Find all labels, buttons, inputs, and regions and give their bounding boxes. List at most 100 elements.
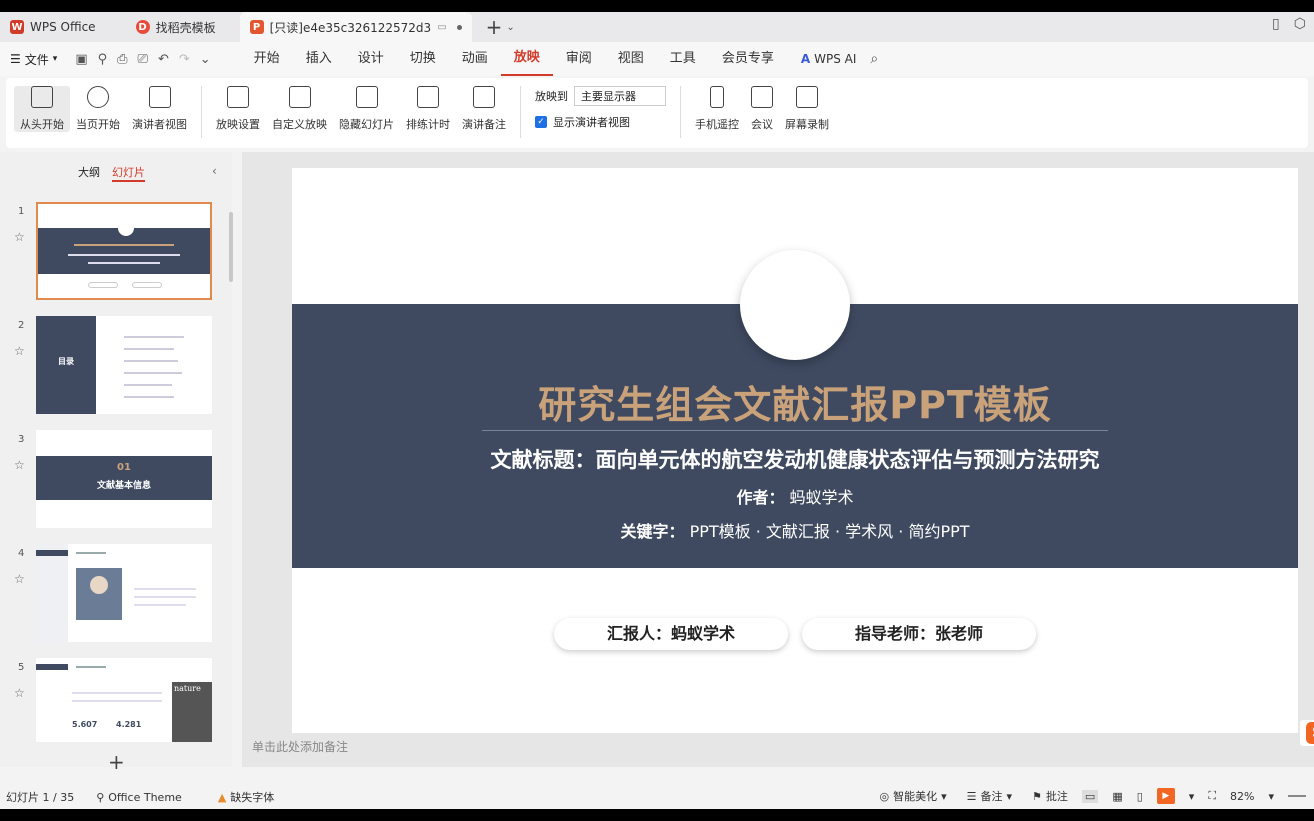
collapse-icon[interactable]: ‹ — [212, 164, 217, 178]
fit-screen-icon[interactable]: ⛶ — [1208, 789, 1216, 803]
tab-document[interactable]: P [只读]e4e35c326122572d3 ▭ — [239, 12, 472, 42]
rehearse-button[interactable]: 排练计时 — [400, 86, 456, 132]
key-icon[interactable]: ⚲ — [98, 52, 108, 67]
slide-author[interactable]: 作者： 蚂蚁学术 — [292, 484, 1298, 508]
new-tab-icon[interactable]: + — [486, 15, 503, 39]
menu-tools[interactable]: 工具 — [657, 42, 709, 76]
beautify-button[interactable]: ◎ 智能美化 ▾ — [879, 788, 946, 804]
speaker-notes-button[interactable]: 演讲备注 — [456, 86, 512, 132]
phone-remote-button[interactable]: 手机遥控 — [689, 86, 745, 132]
reporter-pill[interactable]: 汇报人：蚂蚁学术 — [554, 618, 788, 650]
screen-record-button[interactable]: 屏幕录制 — [779, 86, 835, 132]
timer-icon — [417, 86, 439, 108]
menu-member[interactable]: 会员专享 — [709, 42, 787, 76]
tab-outline[interactable]: 大纲 — [78, 164, 100, 182]
ppt-logo-icon: P — [249, 20, 264, 34]
menu-slideshow[interactable]: 放映 — [500, 42, 553, 76]
slide-thumbnail[interactable]: 5.607 4.281 nature — [36, 658, 212, 742]
hamburger-icon: ☰ — [10, 52, 21, 66]
zoom-slider[interactable] — [1288, 795, 1306, 797]
slide-subtitle[interactable]: 文献标题：面向单元体的航空发动机健康状态评估与预测方法研究 — [292, 444, 1298, 474]
hide-slide-icon — [355, 86, 378, 108]
menu-design[interactable]: 设计 — [345, 42, 397, 76]
slide-thumb-row[interactable]: 5 ☆ 5.607 4.281 nature — [0, 658, 232, 762]
hide-slide-button[interactable]: 隐藏幻灯片 — [333, 86, 400, 132]
cube-icon[interactable]: ⬡ — [1294, 16, 1306, 32]
chevron-down-icon[interactable]: ⌄ — [506, 22, 514, 33]
play-from-start-button[interactable]: 从头开始 — [14, 86, 70, 132]
show-presenter-view-checkbox[interactable]: ✓ 显示演讲者视图 — [535, 114, 666, 130]
window-layout-icon[interactable]: ▯ — [1272, 16, 1280, 32]
star-icon[interactable]: ☆ — [14, 572, 25, 586]
current-slide[interactable]: 研究生组会文献汇报PPT模板 文献标题：面向单元体的航空发动机健康状态评估与预测… — [292, 168, 1314, 746]
play-to-select[interactable]: 主要显示器 — [574, 86, 666, 106]
menu-view[interactable]: 视图 — [605, 42, 657, 76]
slide-thumb-row[interactable]: 4 ☆ — [0, 544, 232, 648]
divider — [520, 86, 521, 138]
main-menus: 开始 插入 设计 切换 动画 放映 审阅 视图 工具 会员专享 — [241, 42, 787, 76]
slide-thumbnail[interactable]: 目录 — [36, 316, 212, 414]
meeting-button[interactable]: 会议 — [745, 86, 779, 132]
star-icon[interactable]: ☆ — [14, 230, 25, 244]
slide-thumb-row[interactable]: 2 ☆ 目录 — [0, 316, 232, 420]
wps-ai-button[interactable]: A WPS AI — [801, 52, 857, 66]
tab-bar: W WPS Office D 找稻壳模板 P [只读]e4e35c3261225… — [0, 12, 1314, 42]
print-icon[interactable]: ⎙ — [117, 52, 127, 67]
slide-thumb-row[interactable]: 3 ☆ 01 文献基本信息 — [0, 430, 232, 534]
file-menu[interactable]: ☰ 文件 ▾ — [10, 51, 57, 68]
tab-slides[interactable]: 幻灯片 — [112, 164, 145, 182]
thumb-title: 文献基本信息 — [96, 481, 151, 491]
star-icon[interactable]: ☆ — [14, 344, 25, 358]
slide-thumb-row[interactable]: 1 ☆ — [0, 202, 232, 306]
presenter-view-button[interactable]: 演讲者视图 — [126, 86, 193, 132]
advisor-pill[interactable]: 指导老师：张老师 — [802, 618, 1036, 650]
notes-button[interactable]: ☰ 备注 ▾ — [967, 788, 1012, 804]
unsaved-dot-icon[interactable] — [456, 24, 462, 30]
play-current-button[interactable]: 当页开始 — [70, 86, 126, 132]
button-label: 演讲者视图 — [132, 118, 187, 131]
missing-font-button[interactable]: ▲ 缺失字体 — [218, 789, 274, 805]
chevron-down-icon[interactable]: ▾ — [1189, 790, 1195, 803]
grid-view-icon[interactable]: ▦ — [1112, 790, 1122, 803]
reading-view-icon[interactable]: ▯ — [1137, 790, 1143, 803]
chevron-down-icon[interactable]: ▾ — [1268, 790, 1274, 803]
record-icon — [796, 86, 818, 108]
print-preview-icon[interactable]: ⎚ — [138, 52, 148, 67]
wps-logo-icon: W — [10, 20, 24, 34]
undo-icon[interactable]: ↶ — [158, 52, 169, 67]
star-icon[interactable]: ☆ — [14, 686, 25, 700]
add-slide-icon[interactable]: + — [108, 750, 125, 774]
normal-view-icon[interactable]: ▭ — [1081, 789, 1099, 803]
save-icon[interactable]: ▣ — [75, 52, 87, 67]
slide-keywords[interactable]: 关键字： PPT模板 · 文献汇报 · 学术风 · 简约PPT — [292, 518, 1298, 542]
chevron-down-icon[interactable]: ⌄ — [200, 52, 211, 67]
slide-thumbnail[interactable]: 01 文献基本信息 — [36, 430, 212, 528]
theme-button[interactable]: ⚲ Office Theme — [96, 791, 182, 804]
custom-show-icon — [288, 86, 311, 108]
menu-review[interactable]: 审阅 — [553, 42, 605, 76]
comments-button[interactable]: ⚑ 批注 — [1032, 788, 1068, 804]
star-icon[interactable]: ☆ — [14, 458, 25, 472]
menu-insert[interactable]: 插入 — [293, 42, 345, 76]
slide-title[interactable]: 研究生组会文献汇报PPT模板 — [292, 374, 1298, 429]
tab-wps-office[interactable]: W WPS Office — [0, 12, 106, 42]
chevron-down-icon: ▾ — [1006, 789, 1013, 803]
menu-animation[interactable]: 动画 — [449, 42, 501, 76]
redo-icon[interactable]: ↷ — [179, 52, 190, 67]
menu-home[interactable]: 开始 — [241, 42, 293, 76]
zoom-level[interactable]: 82% — [1230, 790, 1254, 803]
author-label: 作者： — [736, 488, 785, 507]
sogou-icon: S — [1306, 722, 1314, 744]
play-icon[interactable]: ▶ — [1156, 788, 1175, 804]
ime-indicator[interactable]: S 中 — [1300, 720, 1314, 746]
editing-canvas: 研究生组会文献汇报PPT模板 文献标题：面向单元体的航空发动机健康状态评估与预测… — [242, 152, 1314, 767]
notes-placeholder[interactable]: 单击此处添加备注 — [252, 738, 348, 755]
slide-thumbnail[interactable] — [36, 544, 212, 642]
menu-transition[interactable]: 切换 — [397, 42, 449, 76]
slide-thumbnail[interactable] — [36, 202, 212, 300]
search-icon[interactable]: ⌕ — [870, 51, 878, 67]
custom-show-button[interactable]: 自定义放映 — [266, 86, 333, 132]
tab-template[interactable]: D 找稻壳模板 — [126, 12, 226, 42]
play-icon — [87, 86, 109, 108]
show-settings-button[interactable]: 放映设置 — [210, 86, 266, 132]
